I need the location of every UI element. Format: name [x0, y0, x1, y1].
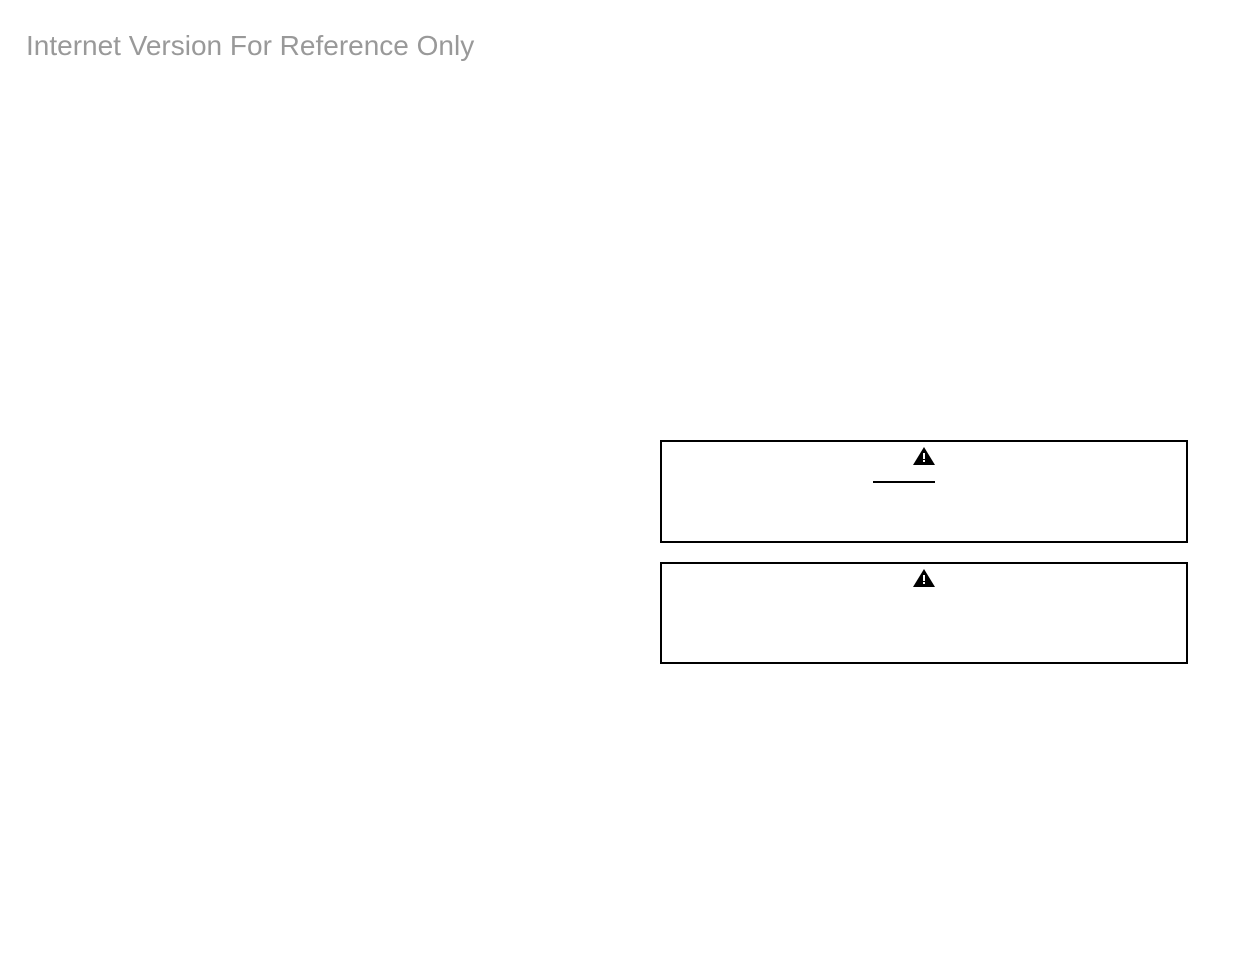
- warning-triangle-icon: [913, 569, 935, 587]
- warning-triangle-icon: [913, 447, 935, 465]
- underline-decoration: [873, 481, 935, 483]
- warning-box-1: [660, 440, 1188, 543]
- watermark-text: Internet Version For Reference Only: [26, 30, 474, 62]
- warning-box-2: [660, 562, 1188, 664]
